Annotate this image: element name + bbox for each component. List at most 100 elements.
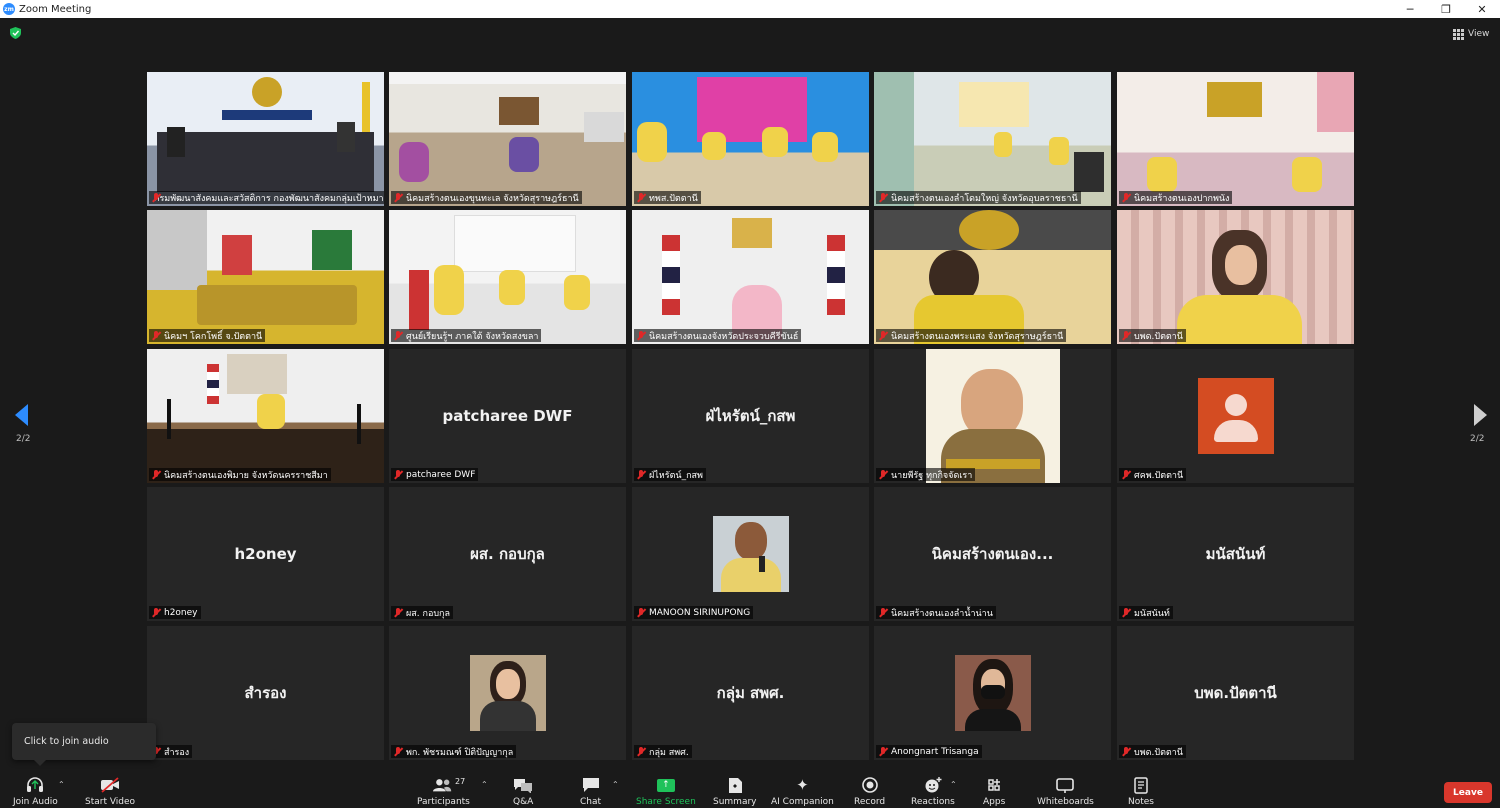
participants-count: 27 (455, 777, 466, 786)
participant-tile[interactable]: นิคมสร้างตนเองปากพนัง (1117, 72, 1354, 206)
participant-name-label: บพด.ปัตตานี (1119, 329, 1186, 342)
participant-tile[interactable]: ฝ่ไหรัตน์_กสพ ฝ่ไหรัตน์_กสพ (632, 349, 869, 483)
participant-name-label: MANOON SIRINUPONG (634, 606, 754, 619)
participant-tile[interactable]: Anongnart Trisanga (874, 626, 1111, 760)
participant-tile[interactable]: กลุ่ม สพศ. กลุ่ม สพศ. (632, 626, 869, 760)
muted-mic-icon (1121, 607, 1131, 618)
restore-button[interactable]: ❐ (1428, 0, 1464, 18)
participant-name-label: ทพส.ปัตตานี (634, 191, 701, 204)
window-title: Zoom Meeting (19, 3, 92, 15)
summary-button[interactable]: Summary (713, 776, 757, 807)
participant-video (874, 210, 1111, 344)
participant-video (874, 72, 1111, 206)
record-icon (860, 776, 880, 794)
ai-companion-button[interactable]: ✦ AI Companion (771, 776, 834, 807)
participants-chevron-icon[interactable]: ⌃ (481, 780, 488, 789)
participant-tile[interactable]: ทพส.ปัตตานี (632, 72, 869, 206)
participant-name: h2oney (164, 607, 198, 618)
participant-avatar (389, 626, 626, 760)
chat-button[interactable]: Chat (580, 776, 601, 807)
participant-tile[interactable]: กรมพัฒนาสังคมและสวัสดิการ กองพัฒนาสังคมก… (147, 72, 384, 206)
reactions-chevron-icon[interactable]: ⌃ (950, 780, 957, 789)
participant-video (632, 72, 869, 206)
start-video-button[interactable]: Start Video (85, 776, 135, 807)
participant-display-name: กลุ่ม สพศ. (716, 684, 785, 702)
participant-tile[interactable]: นิคมฯ โคกโพธิ์ จ.ปัตตานี (147, 210, 384, 344)
participant-name-label: Anongnart Trisanga (876, 745, 982, 758)
participant-tile[interactable]: นิคมสร้างตนเองจังหวัดประจวบคีรีขันธ์ (632, 210, 869, 344)
window-titlebar: zm Zoom Meeting ─ ❐ ✕ (0, 0, 1500, 18)
participant-name-label: กลุ่ม สพศ. (634, 745, 692, 758)
participant-display-name: สำรอง (244, 684, 287, 702)
participant-name: นิคมสร้างตนเองจังหวัดประจวบคีรีขันธ์ (649, 331, 799, 342)
whiteboards-button[interactable]: Whiteboards (1037, 776, 1094, 807)
participant-display-name: ผส. กอบกุล (470, 545, 545, 563)
close-button[interactable]: ✕ (1464, 0, 1500, 18)
chat-chevron-icon[interactable]: ⌃ (612, 780, 619, 789)
page-indicator-left: 2/2 (16, 434, 31, 444)
participant-name: นิคมสร้างตนเองพระแสง จังหวัดสุราษฎร์ธานี (891, 331, 1064, 342)
headphones-icon (25, 776, 45, 794)
previous-page-arrow-icon[interactable] (15, 404, 28, 426)
chat-icon (581, 776, 601, 794)
participant-tile[interactable]: ผส. กอบกุล ผส. กอบกุล (389, 487, 626, 621)
muted-mic-icon (393, 746, 403, 757)
apps-icon (984, 776, 1004, 794)
participant-avatar (1117, 349, 1354, 483)
participant-video (147, 72, 384, 206)
participant-tile[interactable]: นิคมสร้างตนเองพระแสง จังหวัดสุราษฎร์ธานี (874, 210, 1111, 344)
join-audio-tooltip: Click to join audio (12, 723, 156, 766)
participant-name-label: นิคมสร้างตนเองจังหวัดประจวบคีรีขันธ์ (634, 329, 802, 342)
participant-avatar (874, 349, 1111, 483)
participant-tile[interactable]: patcharee DWF patcharee DWF (389, 349, 626, 483)
share-screen-button[interactable]: ↑ Share Screen (636, 776, 696, 807)
reactions-button[interactable]: Reactions (911, 776, 955, 807)
participant-name-label: นายพีรัฐ ทุกกิจจัดเรา (876, 468, 976, 481)
participant-tile[interactable]: ศคพ.ปัตตานี (1117, 349, 1354, 483)
participant-tile[interactable]: สำรอง สำรอง (147, 626, 384, 760)
participant-video (147, 210, 384, 344)
participant-tile[interactable]: พก. พัชรมณฑ์ ปิติปัญญากุล (389, 626, 626, 760)
summary-icon (725, 776, 745, 794)
audio-options-chevron-icon[interactable]: ⌃ (58, 780, 65, 789)
participant-name-label: นิคมสร้างตนเองพระแสง จังหวัดสุราษฎร์ธานี (876, 329, 1067, 342)
participant-name: บพด.ปัตตานี (1134, 331, 1183, 342)
participant-tile[interactable]: บพด.ปัตตานี บพด.ปัตตานี (1117, 626, 1354, 760)
participant-name-label: พก. พัชรมณฑ์ ปิติปัญญากุล (391, 745, 517, 758)
participant-tile[interactable]: นายพีรัฐ ทุกกิจจัดเรา (874, 349, 1111, 483)
muted-mic-icon (878, 746, 888, 757)
participant-display-name: นิคมสร้างตนเอง... (931, 545, 1054, 563)
apps-button[interactable]: Apps (983, 776, 1005, 807)
participant-tile[interactable]: นิคมสร้างตนเองลำโดมใหญ่ จังหวัดอุบลราชธา… (874, 72, 1111, 206)
participant-name-label: บพด.ปัตตานี (1119, 745, 1186, 758)
participant-tile[interactable]: นิคมสร้างตนเองขุนทะเล จังหวัดสุราษฎร์ธาน… (389, 72, 626, 206)
join-audio-button[interactable]: Join Audio (13, 776, 58, 807)
participant-video (147, 349, 384, 483)
participant-tile[interactable]: นิคมสร้างตนเองพิมาย จังหวัดนครราชสีมา (147, 349, 384, 483)
participant-tile[interactable]: มนัสนันท์ มนัสนันท์ (1117, 487, 1354, 621)
participant-tile[interactable]: ศูนย์เรียนรู้ฯ ภาคใต้ จังหวัดสงขลา (389, 210, 626, 344)
participants-icon (433, 776, 453, 794)
participant-name: ศคพ.ปัตตานี (1134, 470, 1184, 481)
qa-button[interactable]: Q&A (513, 776, 533, 807)
encryption-shield-icon[interactable] (10, 27, 21, 39)
record-button[interactable]: Record (854, 776, 885, 807)
muted-mic-icon (151, 469, 161, 480)
participant-name: นายพีรัฐ ทุกกิจจัดเรา (891, 470, 973, 481)
view-button[interactable]: View (1453, 27, 1489, 41)
grid-icon (1453, 28, 1464, 40)
next-page-arrow-icon[interactable] (1474, 404, 1487, 426)
participant-tile[interactable]: h2oney h2oney (147, 487, 384, 621)
participant-tile[interactable]: MANOON SIRINUPONG (632, 487, 869, 621)
participant-name: มนัสนันท์ (1134, 608, 1170, 619)
reactions-icon (923, 776, 943, 794)
participant-tile[interactable]: บพด.ปัตตานี (1117, 210, 1354, 344)
participant-name: พก. พัชรมณฑ์ ปิติปัญญากุล (406, 747, 514, 758)
muted-mic-icon (1121, 746, 1131, 757)
participant-tile[interactable]: นิคมสร้างตนเอง... นิคมสร้างตนเองลำน้ำน่าน (874, 487, 1111, 621)
participant-name: นิคมสร้างตนเองปากพนัง (1134, 193, 1230, 204)
participant-name: MANOON SIRINUPONG (649, 607, 751, 618)
notes-button[interactable]: Notes (1128, 776, 1154, 807)
minimize-button[interactable]: ─ (1392, 0, 1428, 18)
leave-button[interactable]: Leave (1444, 782, 1492, 803)
